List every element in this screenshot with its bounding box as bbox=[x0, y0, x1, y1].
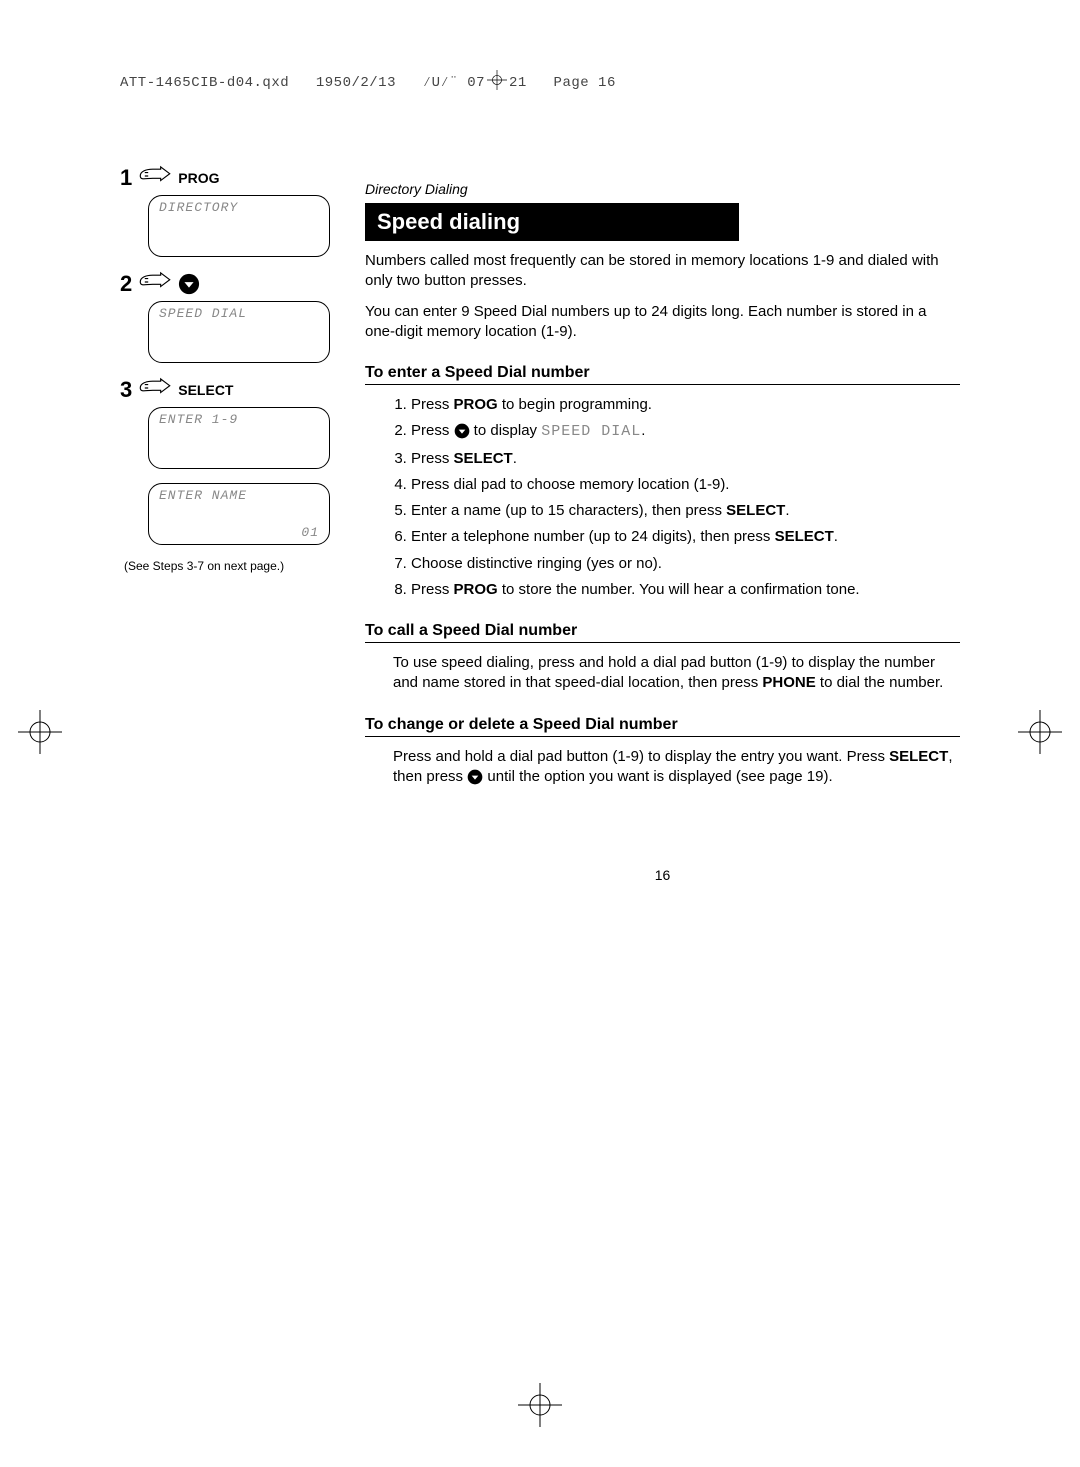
text-fragment: Enter a name (up to 15 characters), then… bbox=[411, 502, 726, 519]
sidebar-footnote: (See Steps 3-7 on next page.) bbox=[124, 559, 335, 573]
text-fragment: PROG bbox=[454, 581, 498, 598]
section-tag: Directory Dialing bbox=[365, 181, 960, 197]
meta-filename: ATT-1465CIB-d04.qxd bbox=[120, 75, 289, 91]
lcd-text: SPEED DIAL bbox=[159, 306, 247, 321]
list-item: Press PROG to store the number. You will… bbox=[411, 580, 960, 600]
text-fragment: SPEED DIAL bbox=[541, 423, 641, 440]
registration-mark-left-icon bbox=[18, 710, 62, 754]
text-fragment: . bbox=[785, 502, 789, 519]
step-number: 3 bbox=[120, 377, 132, 403]
subheading-enter: To enter a Speed Dial number bbox=[365, 364, 960, 385]
hand-pointer-icon bbox=[138, 271, 172, 297]
text-fragment: SELECT bbox=[454, 450, 513, 467]
lcd-screen: ENTER NAME 01 bbox=[148, 483, 330, 545]
text-fragment: to display bbox=[470, 422, 542, 439]
step-label: SELECT bbox=[178, 382, 233, 398]
list-item: Press PROG to begin programming. bbox=[411, 395, 960, 415]
text-fragment: . bbox=[513, 450, 517, 467]
subheading-change: To change or delete a Speed Dial number bbox=[365, 716, 960, 737]
lcd-screen: SPEED DIAL bbox=[148, 301, 330, 363]
list-item: Press SELECT. bbox=[411, 449, 960, 469]
list-item: Choose distinctive ringing (yes or no). bbox=[411, 554, 960, 574]
text-fragment: PHONE bbox=[762, 674, 815, 691]
lcd-screen: ENTER 1-9 bbox=[148, 407, 330, 469]
text-fragment: Press bbox=[411, 422, 454, 439]
lcd-text: DIRECTORY bbox=[159, 200, 238, 215]
list-item: Press to display SPEED DIAL. bbox=[411, 421, 960, 442]
down-arrow-button-icon bbox=[467, 769, 483, 785]
change-paragraph: Press and hold a dial pad button (1-9) t… bbox=[393, 747, 960, 788]
text-fragment: until the option you want is displayed (… bbox=[483, 768, 832, 785]
text-fragment: to dial the number. bbox=[816, 674, 944, 691]
text-fragment: . bbox=[834, 528, 838, 545]
text-fragment: Enter a telephone number (up to 24 digit… bbox=[411, 528, 775, 545]
step-label: PROG bbox=[178, 170, 219, 186]
lcd-text: ENTER 1-9 bbox=[159, 412, 238, 427]
text-fragment: Press bbox=[411, 450, 454, 467]
list-item: Enter a telephone number (up to 24 digit… bbox=[411, 527, 960, 547]
intro-paragraph-1: Numbers called most frequently can be st… bbox=[365, 251, 960, 292]
meta-after-mark: 21 bbox=[509, 75, 527, 91]
sidebar-step-3: 3 SELECT ENTER 1-9 bbox=[120, 377, 335, 469]
registration-mark-top-icon bbox=[487, 70, 507, 95]
down-arrow-button-icon bbox=[178, 273, 200, 295]
list-item: Enter a name (up to 15 characters), then… bbox=[411, 501, 960, 521]
text-fragment: to store the number. You will hear a con… bbox=[498, 581, 860, 598]
text-fragment: SELECT bbox=[726, 502, 785, 519]
list-item: Press dial pad to choose memory location… bbox=[411, 475, 960, 495]
step-number: 2 bbox=[120, 271, 132, 297]
lcd-text-line2: 01 bbox=[301, 525, 319, 540]
sidebar-step-2: 2 SPEED DIAL bbox=[120, 271, 335, 363]
registration-mark-bottom-icon bbox=[518, 1383, 562, 1427]
registration-mark-right-icon bbox=[1018, 710, 1062, 754]
steps-list-enter: Press PROG to begin programming. Press t… bbox=[365, 395, 960, 600]
page-number: 16 bbox=[365, 867, 960, 883]
text-fragment: to begin programming. bbox=[498, 396, 652, 413]
call-paragraph: To use speed dialing, press and hold a d… bbox=[393, 653, 960, 694]
lcd-screen: DIRECTORY bbox=[148, 195, 330, 257]
intro-paragraph-2: You can enter 9 Speed Dial numbers up to… bbox=[365, 302, 960, 343]
lcd-text-line1: ENTER NAME bbox=[159, 488, 247, 503]
text-fragment: Press bbox=[411, 396, 454, 413]
meta-date: 1950/2/13 bbox=[316, 75, 396, 91]
print-header-meta: ATT-1465CIB-d04.qxd 1950/2/13 ⁄U⁄¨ 0721 … bbox=[120, 70, 960, 95]
sidebar-step-name-entry: ENTER NAME 01 bbox=[120, 483, 335, 545]
meta-mid: ⁄U⁄¨ 07 bbox=[423, 75, 485, 91]
text-fragment: Press and hold a dial pad button (1-9) t… bbox=[393, 748, 889, 765]
text-fragment: PROG bbox=[454, 396, 498, 413]
hand-pointer-icon bbox=[138, 165, 172, 191]
text-fragment: SELECT bbox=[775, 528, 834, 545]
sidebar-step-1: 1 PROG DIRECTORY bbox=[120, 165, 335, 257]
meta-page-label: Page 16 bbox=[554, 75, 616, 91]
down-arrow-button-icon bbox=[454, 423, 470, 439]
text-fragment: Press bbox=[411, 581, 454, 598]
text-fragment: . bbox=[641, 422, 645, 439]
hand-pointer-icon bbox=[138, 377, 172, 403]
text-fragment: SELECT bbox=[889, 748, 948, 765]
subheading-call: To call a Speed Dial number bbox=[365, 622, 960, 643]
page-title: Speed dialing bbox=[365, 203, 739, 241]
step-number: 1 bbox=[120, 165, 132, 191]
